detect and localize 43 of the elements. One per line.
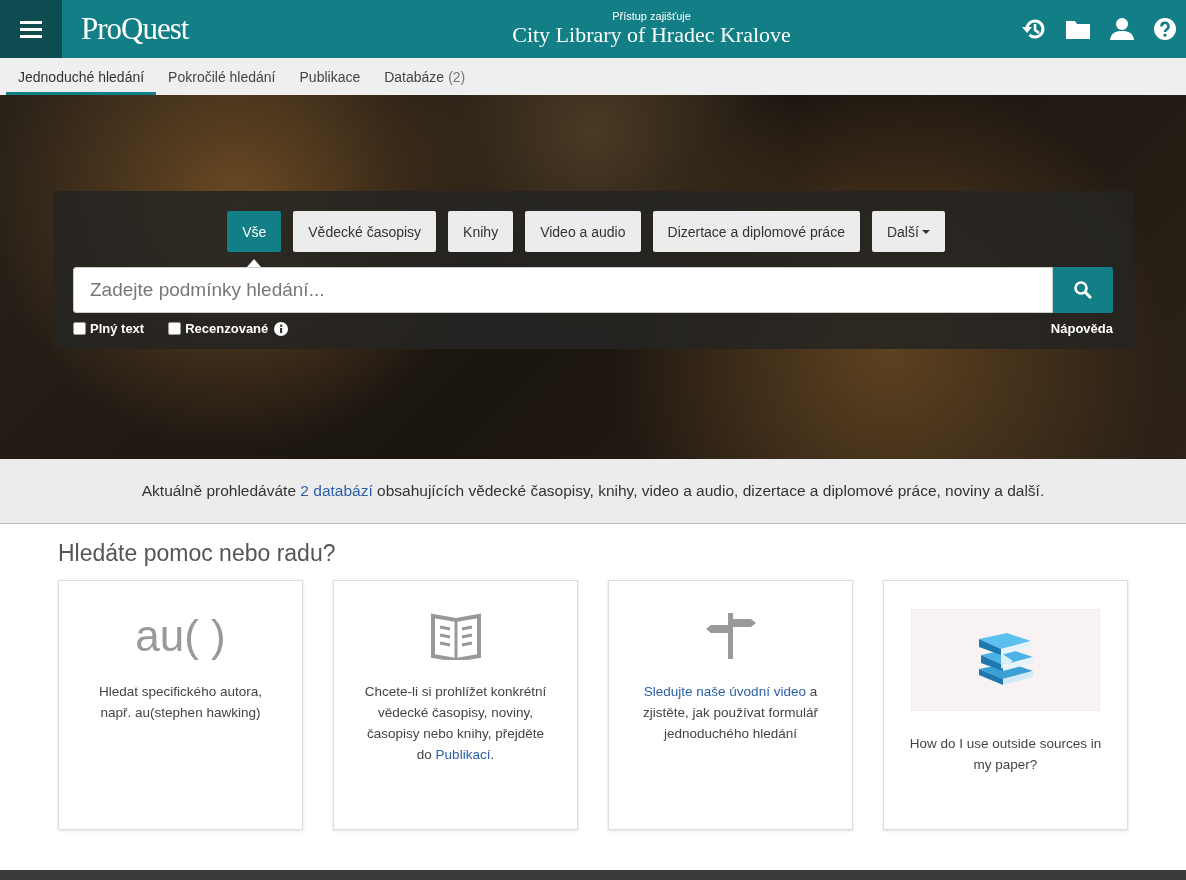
- library-name: City Library of Hradec Kralove: [512, 22, 791, 48]
- nav-tab[interactable]: Jednoduché hledání: [6, 61, 157, 95]
- checkbox[interactable]: [73, 322, 86, 335]
- checkbox[interactable]: [168, 322, 182, 335]
- card-text: How do I use outside sources in my paper?: [908, 735, 1103, 774]
- card-link[interactable]: Sledujte naše úvodní video: [643, 684, 806, 699]
- video-thumbnail[interactable]: [911, 609, 1100, 711]
- nav-tab[interactable]: Databáze (2): [372, 61, 478, 95]
- history-icon[interactable]: [1022, 18, 1046, 40]
- nav-tab[interactable]: Publikace: [287, 61, 373, 95]
- search-icon: [1074, 281, 1092, 299]
- author-syntax-label: au( ): [135, 611, 226, 661]
- help-icon[interactable]: [1154, 18, 1176, 40]
- search-field[interactable]: Zadejte podmínky hledání...: [73, 267, 1053, 313]
- scope-text: Aktuálně prohledáváte 2 databází obsahujících vědecké časopisy, knihy, video a audio, dizertace a diplomové práce, noviny a další.: [141, 482, 1045, 500]
- tab-label: Databáze: [384, 68, 445, 85]
- section-title: Hledáte pomoc nebo radu?: [58, 540, 337, 567]
- search-button[interactable]: [1053, 267, 1113, 313]
- caret-icon: [921, 229, 930, 234]
- help-link[interactable]: Nápověda: [1050, 321, 1113, 336]
- source-tab[interactable]: Dizertace a diplomové práce: [652, 211, 860, 252]
- tab-count: (2): [448, 68, 466, 85]
- menu-button[interactable]: [0, 0, 62, 58]
- brand-logo[interactable]: ProQuest: [81, 11, 461, 47]
- source-tab[interactable]: Vědecké časopisy: [293, 211, 437, 252]
- user-icon[interactable]: [1110, 18, 1134, 40]
- access-label: Přístup zajišťuje: [612, 10, 691, 22]
- card-text: Hledat specifického autora, např. au(stephen hawking): [98, 683, 263, 722]
- card-text: Sledujte naše úvodní video a zjistěte, jak používat formulář jednoduchého hledání: [642, 683, 819, 743]
- checkbox-label[interactable]: Plný text: [90, 321, 145, 336]
- source-tab[interactable]: Vše: [227, 211, 282, 252]
- info-icon[interactable]: [274, 321, 289, 336]
- folder-icon[interactable]: [1066, 19, 1090, 39]
- source-tab[interactable]: Další: [871, 211, 945, 252]
- source-tab[interactable]: Knihy: [448, 211, 514, 252]
- book-icon: [430, 612, 481, 660]
- source-tab[interactable]: Video a audio: [525, 211, 641, 252]
- databases-link[interactable]: 2 databází: [300, 482, 373, 499]
- card-text: Chcete-li si prohlížet konkrétní vědecké časopisy, noviny, časopisy nebo knihy, přejděte do Publikací.: [363, 683, 548, 764]
- menu-icon: [20, 20, 42, 38]
- checkbox-label[interactable]: Recenzované: [185, 321, 269, 336]
- signpost-icon: [705, 613, 756, 659]
- nav-tab[interactable]: Pokročilé hledání: [156, 61, 288, 95]
